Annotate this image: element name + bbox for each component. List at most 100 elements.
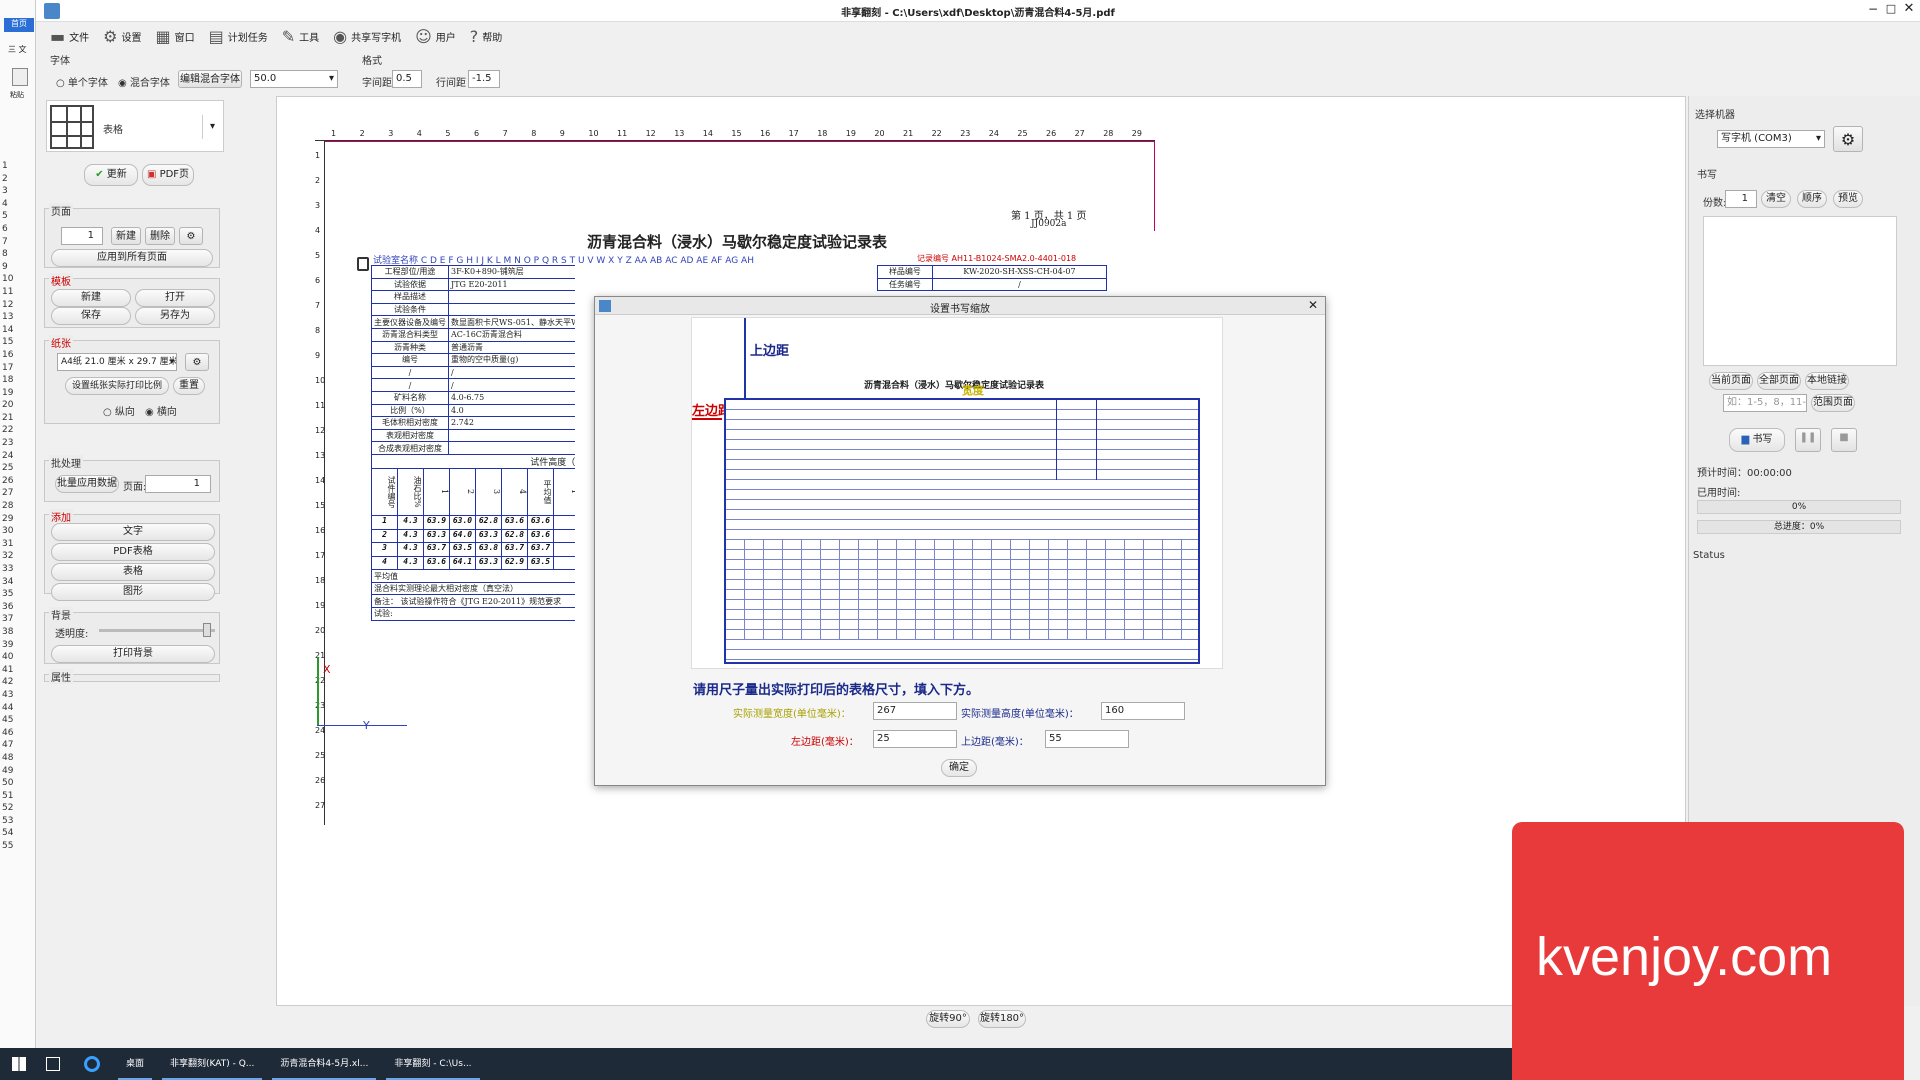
toolbar-share-button[interactable]: ◉ 共享写字机 [333, 27, 401, 46]
add-pdf-table-button[interactable]: PDF表格 [51, 543, 215, 561]
chevron-down-icon[interactable]: ▾ [202, 115, 222, 139]
local-link-button[interactable]: 本地链接 [1805, 372, 1849, 390]
edge-icon[interactable] [84, 1056, 100, 1072]
all-pages-button[interactable]: 全部页面 [1757, 372, 1801, 390]
portrait-radio[interactable]: ◉ 横向 [145, 403, 177, 418]
data-cell[interactable]: 62.8 [502, 529, 528, 542]
task-view-icon[interactable] [46, 1057, 60, 1071]
windows-start-icon[interactable] [12, 1057, 26, 1071]
row-value[interactable]: 4.0 [447, 403, 575, 418]
side-cell[interactable]: KW-2020-SH-XSS-CH-04-07 [931, 265, 1108, 279]
dialog-close-button[interactable]: ✕ [1305, 298, 1321, 312]
reset-button[interactable]: 重置 [173, 377, 205, 395]
data-cell[interactable]: 4.3 [398, 543, 424, 556]
toolbar-user-button[interactable]: ☺ 用户 [415, 27, 456, 46]
line-spacing-input[interactable]: -1.5 [468, 70, 500, 88]
font-size-select[interactable]: 50.0 ▾ [250, 70, 338, 88]
data-cell[interactable]: 3 [373, 543, 398, 556]
landscape-radio[interactable]: ○ 纵向 [103, 403, 135, 418]
data-cell[interactable]: 63.6 [528, 516, 554, 529]
stop-button[interactable]: ■ [1831, 428, 1857, 452]
lock-icon[interactable] [357, 257, 369, 271]
data-cell[interactable]: 63.6 [424, 557, 450, 569]
data-cell[interactable]: 63.3 [476, 529, 502, 542]
data-cell[interactable]: 4.3 [398, 529, 424, 542]
data-cell[interactable]: 63.8 [476, 543, 502, 556]
new-page-button[interactable]: 新建 [111, 227, 141, 245]
template-save-button[interactable]: 保存 [51, 307, 131, 325]
side-cell[interactable]: / [931, 277, 1108, 292]
data-cell[interactable]: 63.3 [424, 529, 450, 542]
apply-all-pages-button[interactable]: 应用到所有页面 [51, 249, 213, 267]
row-value[interactable] [447, 441, 575, 455]
print-background-button[interactable]: 打印背景 [51, 645, 215, 663]
top-margin-input[interactable]: 55 [1045, 730, 1129, 748]
taskbar-app[interactable]: 非享翻刻(KAT) - Q... [162, 1048, 263, 1080]
row-value[interactable] [447, 428, 575, 443]
preview-button[interactable]: 预览 [1833, 190, 1863, 208]
row-value[interactable] [447, 302, 575, 317]
set-print-scale-button[interactable]: 设置纸张实际打印比例 [65, 377, 169, 395]
measured-width-input[interactable]: 267 [873, 702, 957, 720]
paper-settings-gear-icon[interactable]: ⚙ [185, 353, 209, 371]
pause-button[interactable]: ❚❚ [1795, 428, 1821, 452]
batch-apply-data-button[interactable]: 批量应用数据 [55, 475, 119, 493]
pdf-page-button[interactable]: ▣ PDF页 [142, 164, 194, 186]
paper-size-select[interactable]: A4纸 21.0 厘米 x 29.7 厘米 ▾ [57, 353, 177, 371]
char-spacing-input[interactable]: 0.5 [392, 70, 422, 88]
data-cell[interactable]: 63.7 [502, 543, 528, 556]
page-settings-gear-icon[interactable]: ⚙ [179, 227, 203, 245]
page-number-input[interactable]: 1 [61, 227, 103, 245]
row-value[interactable]: / [447, 365, 575, 380]
taskbar-app[interactable]: 桌面 [118, 1048, 153, 1080]
data-cell[interactable]: 62.9 [502, 557, 528, 569]
rotate-180-button[interactable]: 旋转180° [978, 1010, 1026, 1028]
row-value[interactable]: 数显面积卡尺WS-051、静水天平WS-089 WS-080、沥青混合料理论最大… [447, 315, 575, 329]
data-cell[interactable]: 4.3 [398, 557, 424, 569]
add-shape-button[interactable]: 图形 [51, 583, 215, 601]
taskbar-app[interactable]: 非享翻刻 - C:\Us... [386, 1048, 480, 1080]
opacity-slider-thumb[interactable] [203, 623, 211, 637]
maximize-button[interactable]: □ [1884, 2, 1898, 18]
row-value[interactable]: AC-16C沥青混合料 [447, 327, 575, 342]
copies-input[interactable]: 1 [1725, 190, 1757, 208]
toolbar-task-button[interactable]: ▤ 计划任务 [209, 27, 268, 46]
current-page-button[interactable]: 当前页面 [1709, 372, 1753, 390]
excel-tab-file[interactable]: 三 文 [8, 44, 36, 56]
write-button[interactable]: ▆ 书写 [1729, 428, 1785, 452]
add-text-button[interactable]: 文字 [51, 523, 215, 541]
data-cell[interactable]: 1 [373, 516, 398, 529]
single-font-radio[interactable]: ○ 单个字体 [56, 74, 108, 89]
machine-settings-gear-icon[interactable]: ⚙ [1833, 126, 1863, 152]
row-value[interactable]: / [447, 378, 575, 392]
update-button[interactable]: ✔ 更新 [84, 164, 138, 186]
data-cell[interactable]: 4 [373, 557, 398, 569]
data-cell[interactable]: 63.5 [528, 557, 554, 569]
data-cell[interactable]: 64.0 [450, 529, 476, 542]
clear-button[interactable]: 清空 [1761, 190, 1791, 208]
minimize-button[interactable]: − [1866, 2, 1880, 18]
data-cell[interactable]: 63.7 [424, 543, 450, 556]
page-range-input[interactable]: 如：1-5，8，11-13 [1723, 394, 1807, 412]
order-button[interactable]: 顺序 [1797, 190, 1827, 208]
toolbar-help-button[interactable]: ? 帮助 [470, 27, 503, 46]
data-cell[interactable]: 63.5 [450, 543, 476, 556]
data-cell[interactable]: 64.1 [450, 557, 476, 569]
batch-page-input[interactable]: 1 [145, 475, 211, 493]
row-value[interactable]: 重物的空中质量(g) [447, 353, 575, 367]
toolbar-folder-button[interactable]: ▬ 文件 [50, 27, 89, 46]
template-open-button[interactable]: 打开 [135, 289, 215, 307]
data-cell[interactable]: 63.6 [502, 516, 528, 529]
object-selector[interactable]: 表格 ▾ [46, 100, 224, 152]
taskbar-app[interactable]: 沥青混合料4-5月.xl... [272, 1048, 377, 1080]
dialog-ok-button[interactable]: 确定 [941, 759, 977, 777]
row-value[interactable]: 2.742 [447, 416, 575, 430]
edit-mixed-font-button[interactable]: 编辑混合字体 [178, 70, 242, 88]
excel-tab-home[interactable]: 首页 [4, 18, 34, 32]
data-cell[interactable]: 63.0 [450, 516, 476, 529]
measured-height-input[interactable]: 160 [1101, 702, 1185, 720]
row-value[interactable]: 4.0-6.75 [447, 390, 575, 405]
machine-select[interactable]: 写字机 (COM3) ▾ [1717, 130, 1825, 148]
paste-icon[interactable] [12, 68, 28, 86]
left-margin-input[interactable]: 25 [873, 730, 957, 748]
